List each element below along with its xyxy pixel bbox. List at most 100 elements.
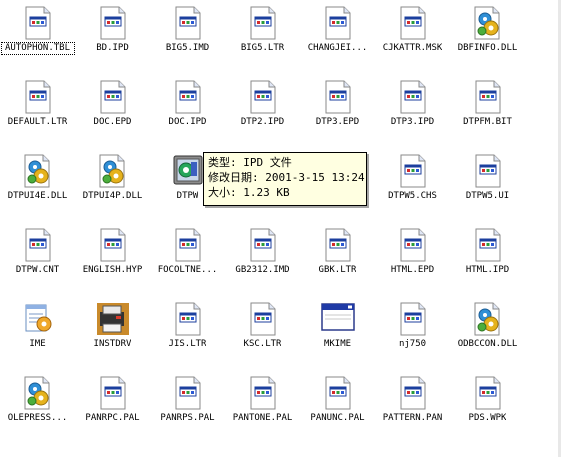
document-icon — [396, 6, 430, 40]
document-icon — [171, 80, 205, 114]
file-item[interactable]: DOC.EPD — [75, 74, 150, 148]
document-icon — [171, 228, 205, 262]
file-item[interactable]: MKIME — [300, 296, 375, 370]
file-item[interactable]: DOC.IPD — [150, 74, 225, 148]
file-name-label: BIG5.LTR — [240, 43, 285, 53]
file-name-label: DTPW.CNT — [15, 265, 60, 275]
document-icon — [321, 376, 355, 410]
ime-setup-icon — [171, 154, 205, 188]
file-item[interactable]: DEFAULT.LTR — [0, 74, 75, 148]
file-name-label: AUTOPHON.TBL — [0, 42, 75, 55]
window-app-icon — [320, 302, 355, 336]
file-item[interactable]: BIG5.IMD — [150, 0, 225, 74]
document-icon — [246, 80, 280, 114]
file-item[interactable]: CJKATTR.MSK — [375, 0, 450, 74]
file-item[interactable]: GB2312.IMD — [225, 222, 300, 296]
file-name-label: DTPFM.BIT — [463, 117, 512, 127]
file-name-label: DTPUI4P.DLL — [82, 191, 143, 201]
tooltip-modified: 修改日期: 2001-3-15 13:24 — [208, 171, 365, 184]
file-item[interactable]: AUTOPHON.TBL — [0, 0, 75, 74]
document-icon — [21, 228, 55, 262]
document-icon — [96, 6, 130, 40]
file-name-label: DOC.IPD — [168, 117, 207, 127]
file-item[interactable]: GBK.LTR — [300, 222, 375, 296]
file-name-label: DTPW5.CHS — [388, 191, 437, 201]
file-item[interactable]: HTML.EPD — [375, 222, 450, 296]
file-item[interactable]: DTPUI4E.DLL — [0, 148, 75, 222]
file-item[interactable]: BD.IPD — [75, 0, 150, 74]
document-icon — [246, 302, 280, 336]
document-icon — [246, 6, 280, 40]
file-name-label: PANRPS.PAL — [160, 413, 215, 423]
file-item[interactable]: DTPW.CNT — [0, 222, 75, 296]
file-item[interactable]: INSTDRV — [75, 296, 150, 370]
file-item[interactable]: DTPW5.UI — [450, 148, 525, 222]
file-item[interactable]: CHANGJEI... — [300, 0, 375, 74]
document-icon — [246, 228, 280, 262]
file-name-label: DTP3.EPD — [315, 117, 360, 127]
file-item[interactable]: FOCOLTNE... — [150, 222, 225, 296]
printer-installer-icon — [96, 302, 130, 336]
document-icon — [96, 376, 130, 410]
file-name-label: MKIME — [323, 339, 352, 349]
file-item[interactable]: PATTERN.PAN — [375, 370, 450, 444]
document-icon — [471, 228, 505, 262]
file-item[interactable]: DBFINFO.DLL — [450, 0, 525, 74]
document-icon — [396, 376, 430, 410]
document-icon — [21, 6, 55, 40]
file-item[interactable]: PDS.WPK — [450, 370, 525, 444]
file-item[interactable]: DTPFM.BIT — [450, 74, 525, 148]
file-item[interactable]: PANRPS.PAL — [150, 370, 225, 444]
file-item[interactable]: PANRPC.PAL — [75, 370, 150, 444]
document-icon — [396, 154, 430, 188]
file-name-label: HTML.EPD — [390, 265, 435, 275]
file-name-label: BD.IPD — [96, 43, 129, 53]
file-item[interactable]: OLEPRESS... — [0, 370, 75, 444]
file-item[interactable]: PANUNC.PAL — [300, 370, 375, 444]
file-name-label: nj750 — [398, 339, 427, 349]
document-icon — [396, 302, 430, 336]
file-item[interactable]: JIS.LTR — [150, 296, 225, 370]
dll-gear-icon — [96, 154, 130, 188]
file-item[interactable]: ODBCCON.DLL — [450, 296, 525, 370]
file-name-label: DBFINFO.DLL — [457, 43, 518, 53]
file-name-label: GB2312.IMD — [235, 265, 290, 275]
document-icon — [171, 376, 205, 410]
file-name-label: FOCOLTNE... — [157, 265, 218, 275]
file-name-label: INSTDRV — [93, 339, 132, 349]
file-item[interactable]: ENGLISH.HYP — [75, 222, 150, 296]
document-icon — [396, 228, 430, 262]
file-name-label: GBK.LTR — [318, 265, 357, 275]
file-name-label: DTP2.IPD — [240, 117, 285, 127]
file-name-label: PANRPC.PAL — [85, 413, 140, 423]
document-icon — [171, 302, 205, 336]
file-item[interactable]: DTPW5.CHS — [375, 148, 450, 222]
dll-gear-icon — [21, 154, 55, 188]
file-item[interactable]: IME — [0, 296, 75, 370]
file-item[interactable]: PANTONE.PAL — [225, 370, 300, 444]
file-item[interactable]: DTP3.IPD — [375, 74, 450, 148]
document-icon — [96, 80, 130, 114]
file-item[interactable]: BIG5.LTR — [225, 0, 300, 74]
document-icon — [471, 80, 505, 114]
file-name-label: PANTONE.PAL — [232, 413, 293, 423]
file-item[interactable]: DTPUI4P.DLL — [75, 148, 150, 222]
file-item[interactable]: DTP2.IPD — [225, 74, 300, 148]
file-name-label: ODBCCON.DLL — [457, 339, 518, 349]
file-name-label: CJKATTR.MSK — [382, 43, 443, 53]
file-name-label: OLEPRESS... — [7, 413, 68, 423]
file-item[interactable]: nj750 — [375, 296, 450, 370]
document-icon — [21, 80, 55, 114]
document-icon — [321, 80, 355, 114]
file-item[interactable]: HTML.IPD — [450, 222, 525, 296]
file-item[interactable]: KSC.LTR — [225, 296, 300, 370]
tooltip-type: 类型: IPD 文件 — [208, 156, 292, 169]
file-icon-grid: AUTOPHON.TBL BD.IPD BIG5.IMD BIG5.LTR CH… — [0, 0, 561, 457]
file-name-label: DTPW — [176, 191, 199, 201]
file-name-label: PANUNC.PAL — [310, 413, 365, 423]
document-icon — [471, 154, 505, 188]
document-icon — [321, 228, 355, 262]
dll-gear-icon — [471, 6, 505, 40]
file-name-label: HTML.IPD — [465, 265, 510, 275]
file-item[interactable]: DTP3.EPD — [300, 74, 375, 148]
